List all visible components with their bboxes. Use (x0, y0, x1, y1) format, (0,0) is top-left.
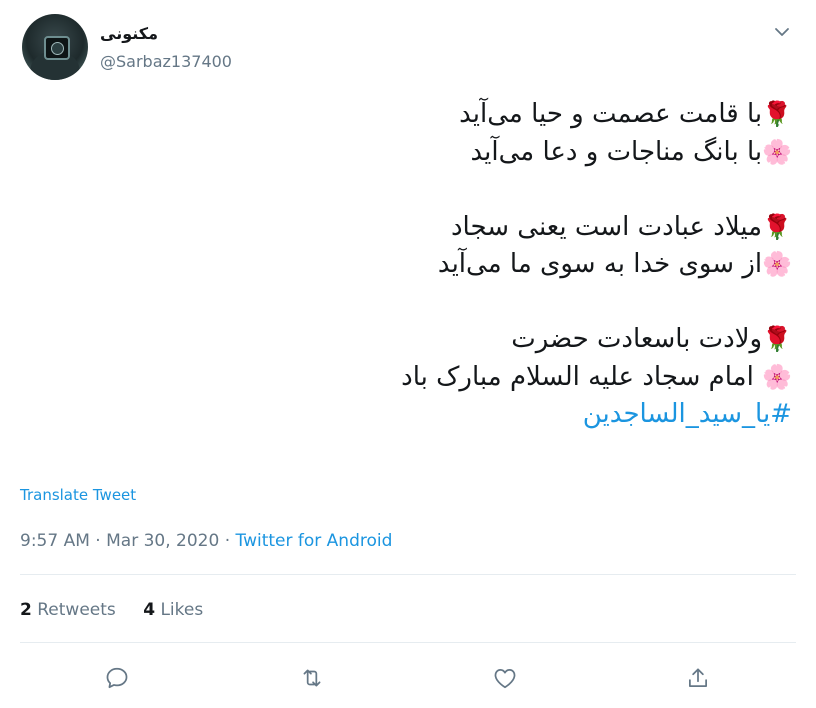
hashtag-link[interactable]: #یا_سید_الساجدین (583, 399, 792, 429)
tweet-header: مکنونی @Sarbaz137400 (20, 14, 796, 80)
divider (20, 642, 796, 643)
display-name[interactable]: مکنونی (100, 24, 158, 43)
rose-icon: 🌹 (762, 212, 792, 241)
retweets-count: 2 (20, 600, 32, 620)
reply-icon[interactable] (99, 660, 135, 696)
tweet-line-text: با بانگ مناجات و دعا می‌آید (470, 136, 763, 167)
blossom-icon: 🌸 (762, 250, 792, 278)
tweet-line: 🌹میلاد عبادت است یعنی سجاد (32, 209, 792, 247)
camera-icon (44, 36, 70, 60)
rose-icon: 🌹 (762, 100, 792, 128)
heart-icon[interactable] (487, 660, 523, 696)
likes-stat[interactable]: 4 Likes (143, 600, 203, 620)
divider (20, 574, 796, 575)
tweet-line-text: از سوی خدا به سوی ما می‌آید (437, 249, 763, 279)
tweet-date[interactable]: Mar 30, 2020 (106, 531, 219, 551)
rose-icon: 🌹 (762, 325, 792, 353)
tweet-stats: 2 Retweets 4 Likes (20, 600, 225, 620)
avatar[interactable] (22, 14, 88, 80)
line-break (32, 284, 792, 322)
share-icon[interactable] (680, 660, 716, 696)
retweet-icon[interactable] (294, 660, 330, 696)
tweet-line-text: ولادت باسعادت حضرت (511, 324, 763, 354)
tweet-line: 🌹ولادت باسعادت حضرت (32, 321, 792, 359)
tweet-line: #یا_سید_الساجدین (32, 396, 792, 434)
retweets-stat[interactable]: 2 Retweets (20, 600, 116, 620)
meta-separator: · (89, 531, 107, 551)
tweet-meta: 9:57 AM · Mar 30, 2020 · Twitter for And… (20, 531, 392, 551)
tweet-source-link[interactable]: Twitter for Android (236, 531, 393, 551)
blossom-icon: 🌸 (762, 362, 792, 391)
meta-separator: · (219, 531, 236, 551)
likes-label: Likes (160, 600, 204, 620)
retweets-label: Retweets (37, 600, 116, 620)
translate-tweet-link[interactable]: Translate Tweet (20, 486, 136, 504)
tweet-text: 🌹با قامت عصمت و حیا می‌آید 🌸با بانگ مناج… (32, 96, 792, 434)
tweet-line: 🌸با بانگ مناجات و دعا می‌آید (32, 134, 792, 172)
tweet-line: 🌸 امام سجاد علیه السلام مبارک باد (32, 359, 792, 397)
tweet-time[interactable]: 9:57 AM (20, 531, 90, 551)
chevron-down-icon[interactable] (772, 22, 792, 42)
line-break (32, 171, 792, 209)
user-handle[interactable]: @Sarbaz137400 (100, 52, 232, 71)
likes-count: 4 (143, 600, 156, 620)
blossom-icon: 🌸 (762, 137, 792, 166)
tweet-line-text: میلاد عبادت است یعنی سجاد (450, 211, 763, 242)
action-bar (0, 660, 816, 696)
tweet-line-text: با قامت عصمت و حیا می‌آید (459, 99, 763, 129)
tweet-line: 🌸از سوی خدا به سوی ما می‌آید (32, 246, 792, 284)
tweet-line-text: امام سجاد علیه السلام مبارک باد (401, 361, 763, 392)
tweet-line: 🌹با قامت عصمت و حیا می‌آید (32, 96, 792, 134)
